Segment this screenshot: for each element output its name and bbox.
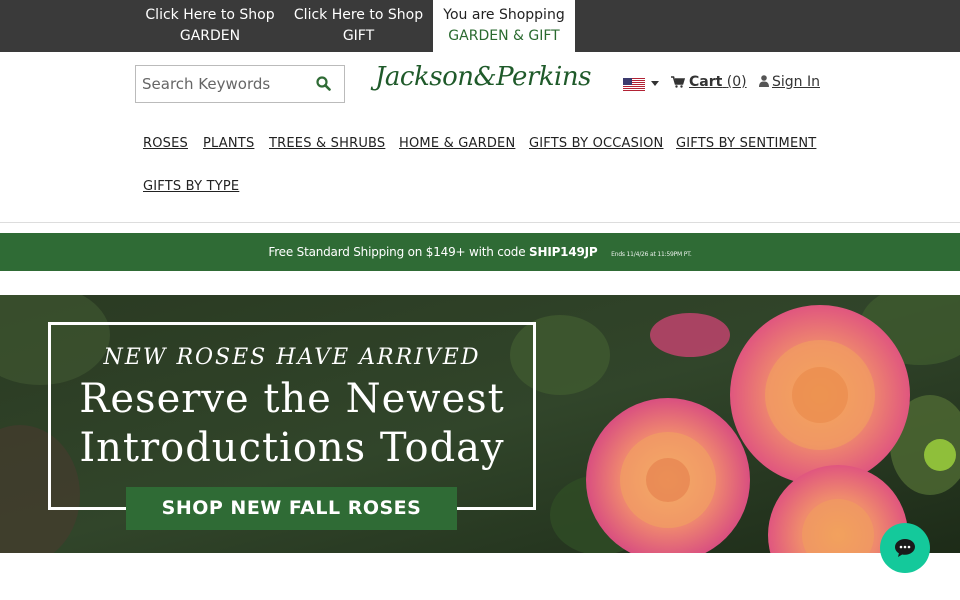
hero-title-line2: Introductions Today <box>79 425 505 471</box>
current-store-tab-line1: You are Shopping <box>443 7 565 23</box>
shop-gift-tab[interactable]: Click Here to Shop GIFT <box>284 0 433 52</box>
shop-gift-tab-line1: Click Here to Shop <box>293 7 424 23</box>
current-store-tab-line2: GARDEN & GIFT <box>448 28 560 44</box>
shop-garden-tab-line1: Click Here to Shop <box>145 7 275 23</box>
nav-home-garden[interactable]: HOME & GARDEN <box>399 136 515 151</box>
promo-text: Free Standard Shipping on $149+ with cod… <box>268 245 526 259</box>
hero-title: Reserve the Newest Introductions Today <box>48 375 536 473</box>
shop-garden-tab-line2: GARDEN <box>179 28 241 44</box>
nav-plants[interactable]: PLANTS <box>203 136 254 151</box>
chat-icon <box>895 539 915 557</box>
country-selector[interactable] <box>623 76 659 92</box>
search-button[interactable] <box>304 66 344 102</box>
cart-label: Cart <box>689 74 723 90</box>
chevron-down-icon <box>651 81 659 86</box>
shop-garden-tab[interactable]: Click Here to Shop GARDEN <box>136 0 284 52</box>
shop-gift-tab-line2: GIFT <box>342 28 375 44</box>
shop-new-fall-roses-button[interactable]: SHOP NEW FALL ROSES <box>126 487 457 530</box>
search-icon <box>316 76 331 91</box>
nav-trees-shrubs[interactable]: TREES & SHRUBS <box>269 136 385 151</box>
sign-in-label: Sign In <box>772 74 820 90</box>
current-store-tab: You are Shopping GARDEN & GIFT <box>433 0 575 52</box>
user-icon <box>759 75 769 87</box>
nav-gifts-by-sentiment[interactable]: GIFTS BY SENTIMENT <box>676 136 816 151</box>
hero-banner[interactable]: NEW ROSES HAVE ARRIVED Reserve the Newes… <box>0 295 960 553</box>
us-flag-icon <box>623 78 645 91</box>
cart-count: (0) <box>726 74 747 90</box>
hero-kicker: NEW ROSES HAVE ARRIVED <box>103 345 481 370</box>
nav-roses[interactable]: ROSES <box>143 136 188 151</box>
cart-link[interactable]: Cart (0) <box>671 74 747 90</box>
search-input[interactable] <box>136 66 306 102</box>
nav-gifts-by-type[interactable]: GIFTS BY TYPE <box>143 179 239 194</box>
cart-icon <box>671 76 686 88</box>
promo-code: SHIP149JP <box>529 245 598 259</box>
store-switcher-bar: Click Here to Shop GARDEN Click Here to … <box>0 0 960 52</box>
brand-logo[interactable]: Jackson&Perkins <box>375 62 591 102</box>
search-box <box>135 65 345 103</box>
hero-title-line1: Reserve the Newest <box>79 376 505 422</box>
promo-fine-print: Ends 11/4/26 at 11:59PM PT. <box>611 251 692 258</box>
chat-button[interactable] <box>880 523 930 573</box>
nav-gifts-by-occasion[interactable]: GIFTS BY OCCASION <box>529 136 664 151</box>
promo-banner[interactable]: Free Standard Shipping on $149+ with cod… <box>0 233 960 271</box>
sign-in-link[interactable]: Sign In <box>759 74 820 90</box>
header-divider <box>0 222 960 223</box>
